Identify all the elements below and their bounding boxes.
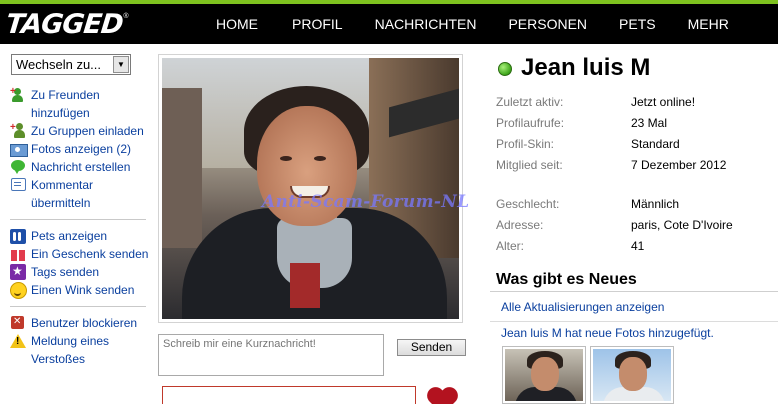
logo-text: TAGGED (4, 9, 125, 40)
add-friend-icon: + (10, 87, 26, 103)
warning-icon (10, 333, 26, 349)
profile-actions-sidebar: Wechseln zu... ▼ + Zu Freunden hinzufüge… (0, 44, 156, 404)
block-user-label: Benutzer blockieren (31, 316, 138, 330)
invite-group-label: Zu Gruppen einladen (31, 124, 144, 138)
info-row-address: Adresse: paris, Cote D'Ivoire (496, 217, 778, 234)
news-item: Jean luis M hat neue Fotos hinzugefügt. (501, 326, 714, 340)
info-row-gender: Geschlecht: Männlich (496, 196, 778, 213)
info-key: Zuletzt aktiv: (496, 95, 564, 109)
info-row-last-active: Zuletzt aktiv: Jetzt online! (496, 94, 778, 111)
sidebar-divider (10, 306, 146, 307)
nav-nachrichten[interactable]: NACHRICHTEN (375, 16, 477, 32)
gift-box (162, 386, 416, 404)
add-friend-action[interactable]: + Zu Freunden hinzufügen (10, 86, 152, 122)
info-key: Alter: (496, 239, 525, 253)
nav-mehr[interactable]: MEHR (688, 16, 729, 32)
top-navigation-bar: TAGGED ® HOME PROFIL NACHRICHTEN PERSONE… (0, 0, 778, 44)
profile-info-panel: Jean luis M Zuletzt aktiv: Jetzt online!… (490, 44, 778, 404)
add-friend-label: Zu Freunden hinzufügen (31, 88, 100, 120)
info-value: 7 Dezember 2012 (631, 158, 727, 172)
info-key: Adresse: (496, 218, 544, 232)
block-icon (10, 314, 26, 331)
news-divider (490, 321, 778, 322)
main-nav: HOME PROFIL NACHRICHTEN PERSONEN PETS ME… (216, 4, 729, 44)
wink-icon (10, 282, 27, 299)
create-message-label: Nachricht erstellen (31, 160, 131, 174)
photo-thumbnail[interactable] (590, 346, 674, 404)
news-item-user-link[interactable]: Jean luis M (501, 326, 562, 340)
send-tags-action[interactable]: Tags senden (10, 263, 152, 281)
info-row-member-since: Mitglied seit: 7 Dezember 2012 (496, 157, 778, 174)
photos-icon (10, 141, 28, 157)
news-item-text: hat neue Fotos hinzugefügt. (561, 326, 714, 340)
send-wink-action[interactable]: Einen Wink senden (10, 281, 152, 299)
info-key: Geschlecht: (496, 197, 560, 211)
show-pets-action[interactable]: Pets anzeigen (10, 227, 152, 245)
info-value: 23 Mal (631, 116, 668, 130)
report-violation-action[interactable]: Meldung eines Verstoßes (10, 332, 152, 368)
info-key: Profilaufrufe: (496, 116, 565, 130)
submit-comment-action[interactable]: Kommentar übermitteln (10, 176, 152, 212)
tag-star-icon (10, 263, 26, 280)
online-status-icon (498, 62, 512, 76)
info-value: 41 (631, 239, 645, 253)
quick-message-input[interactable] (158, 334, 384, 376)
pets-icon (10, 228, 26, 244)
info-row-profile-views: Profilaufrufe: 23 Mal (496, 115, 778, 132)
nav-pets[interactable]: PETS (619, 16, 656, 32)
send-gift-label: Ein Geschenk senden (31, 247, 149, 261)
profile-photo-frame (158, 54, 463, 323)
tagged-logo[interactable]: TAGGED ® (4, 9, 129, 41)
info-row-age: Alter: 41 (496, 238, 778, 255)
gift-icon (10, 246, 26, 262)
comment-icon (10, 177, 26, 193)
action-list: + Zu Freunden hinzufügen + Zu Gruppen ei… (10, 86, 152, 368)
invite-group-action[interactable]: + Zu Gruppen einladen (10, 122, 152, 140)
message-icon (10, 159, 26, 175)
show-photos-label: Fotos anzeigen (2) (31, 142, 132, 156)
info-value: Männlich (631, 197, 680, 211)
info-value: Standard (631, 137, 680, 151)
heart-icon[interactable] (426, 388, 458, 404)
watermark-text: Anti-Scam-Forum-NL (262, 192, 470, 212)
all-updates-link[interactable]: Alle Aktualisierungen anzeigen (501, 300, 664, 314)
create-message-action[interactable]: Nachricht erstellen (10, 158, 152, 176)
show-pets-label: Pets anzeigen (31, 229, 108, 243)
show-photos-action[interactable]: Fotos anzeigen (2) (10, 140, 152, 158)
news-heading: Was gibt es Neues (490, 268, 778, 292)
switch-to-select[interactable]: Wechseln zu... ▼ (11, 54, 131, 75)
nav-personen[interactable]: PERSONEN (508, 16, 587, 32)
group-invite-icon: + (10, 123, 26, 139)
photo-thumbnail[interactable] (502, 346, 586, 404)
submit-comment-label: Kommentar übermitteln (31, 178, 94, 210)
nav-home[interactable]: HOME (216, 16, 258, 32)
profile-photo[interactable] (162, 58, 459, 319)
switch-select-value: Wechseln zu... (16, 57, 102, 72)
send-wink-label: Einen Wink senden (31, 283, 135, 297)
info-key: Profil-Skin: (496, 137, 555, 151)
send-tags-label: Tags senden (31, 265, 100, 279)
logo-trademark: ® (123, 13, 129, 20)
info-value: Jetzt online! (631, 95, 696, 109)
block-user-action[interactable]: Benutzer blockieren (10, 314, 152, 332)
report-violation-label: Meldung eines Verstoßes (31, 334, 110, 366)
send-gift-action[interactable]: Ein Geschenk senden (10, 245, 152, 263)
profile-name: Jean luis M (521, 54, 651, 81)
info-key: Mitglied seit: (496, 158, 563, 172)
send-button[interactable]: Senden (397, 339, 466, 356)
nav-profil[interactable]: PROFIL (292, 16, 343, 32)
info-row-profile-skin: Profil-Skin: Standard (496, 136, 778, 153)
sidebar-divider (10, 219, 146, 220)
info-value: paris, Cote D'Ivoire (631, 218, 733, 232)
select-arrow-icon[interactable]: ▼ (113, 56, 129, 73)
